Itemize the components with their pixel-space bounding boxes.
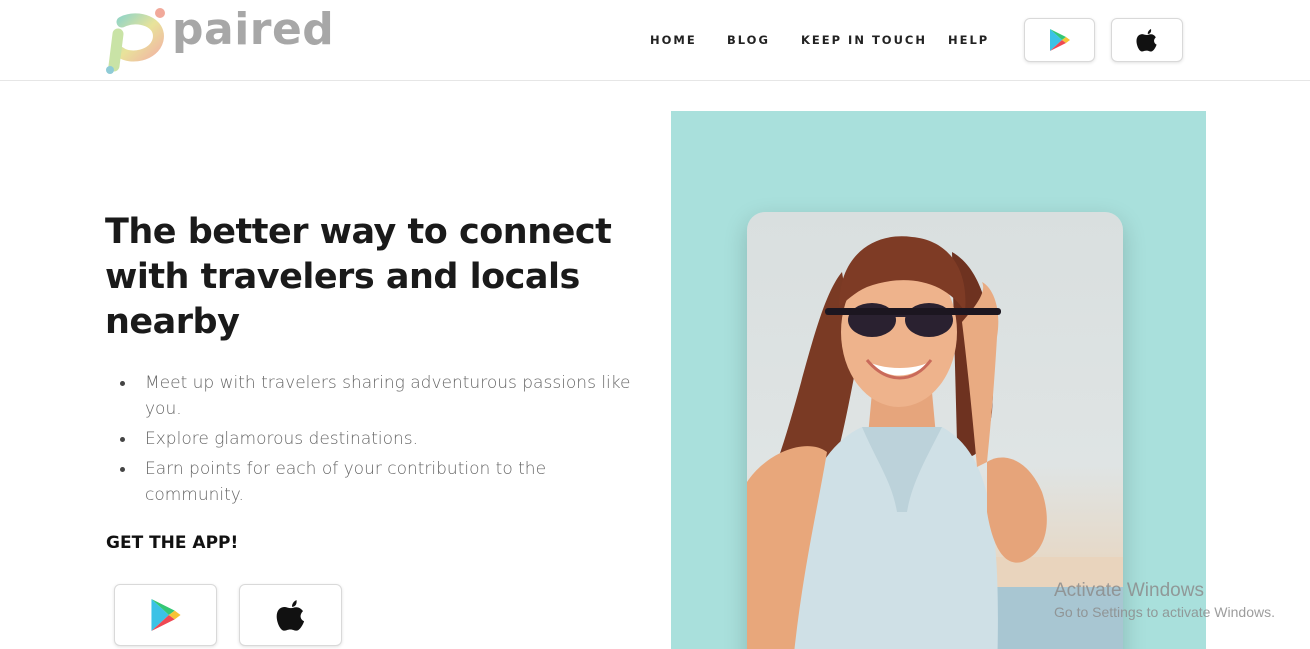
logo[interactable]: paired — [104, 4, 334, 76]
nav-blog-link[interactable]: BLOG — [727, 33, 770, 47]
nav-keep-in-touch-link[interactable]: KEEP IN TOUCH — [801, 33, 927, 47]
google-play-icon — [1049, 29, 1070, 51]
nav-help-link[interactable]: HELP — [948, 33, 989, 47]
windows-activation-title: Activate Windows — [1054, 580, 1204, 601]
feature-item: Meet up with travelers sharing adventuro… — [120, 370, 650, 422]
header-google-play-button[interactable] — [1024, 18, 1095, 62]
bullet-icon — [120, 437, 125, 442]
apple-icon — [276, 600, 304, 631]
feature-text: Earn points for each of your contributio… — [145, 459, 547, 505]
feature-text: Meet up with travelers sharing adventuro… — [145, 373, 631, 419]
windows-activation-subtitle: Go to Settings to activate Windows. — [1054, 604, 1275, 620]
feature-item: Earn points for each of your contributio… — [120, 456, 650, 508]
nav-home-link[interactable]: HOME — [650, 33, 697, 47]
feature-item: Explore glamorous destinations. — [120, 426, 650, 452]
feature-list: Meet up with travelers sharing adventuro… — [120, 370, 650, 512]
feature-text: Explore glamorous destinations. — [145, 429, 419, 449]
site-header: paired HOME BLOG KEEP IN TOUCH HELP — [0, 0, 1310, 81]
bullet-icon — [120, 467, 125, 472]
hero-google-play-button[interactable] — [114, 584, 217, 646]
apple-icon — [1136, 29, 1157, 52]
hero-app-store-button[interactable] — [239, 584, 342, 646]
google-play-icon — [150, 599, 181, 631]
bullet-icon — [120, 381, 125, 386]
logo-text: paired — [172, 4, 335, 55]
header-app-store-button[interactable] — [1111, 18, 1183, 62]
hero-headline: The better way to connect with travelers… — [105, 212, 612, 342]
get-app-heading: GET THE APP! — [106, 533, 239, 553]
page: paired HOME BLOG KEEP IN TOUCH HELP The … — [0, 0, 1310, 649]
logo-mark-icon — [106, 8, 165, 74]
